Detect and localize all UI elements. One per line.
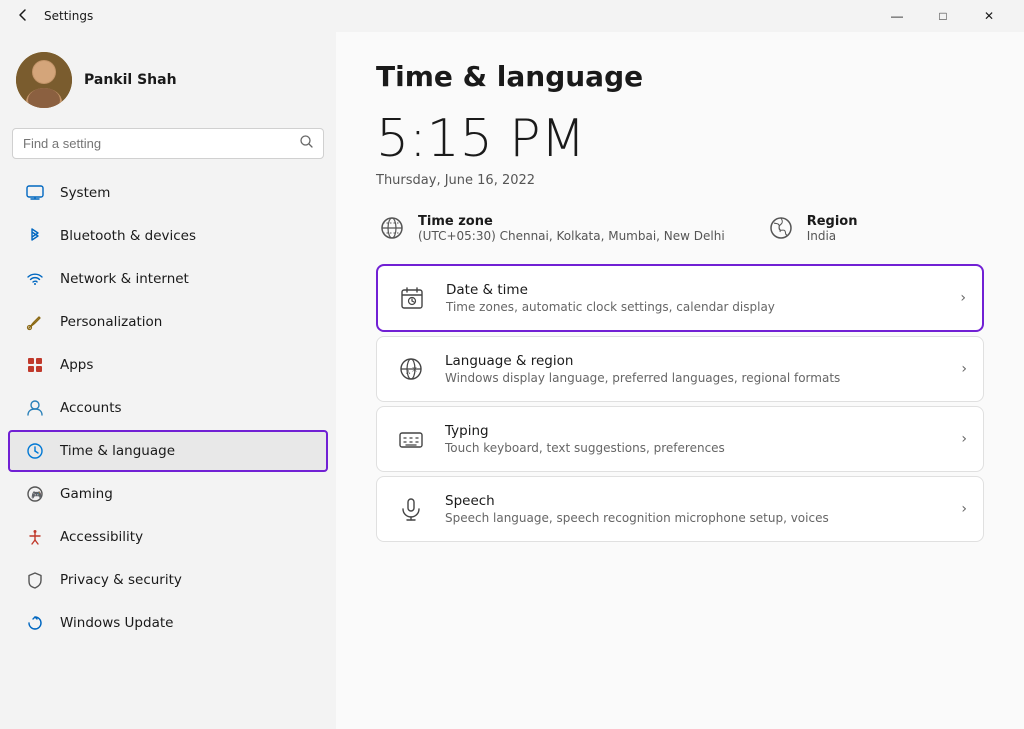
sidebar-item-system[interactable]: System <box>8 172 328 214</box>
sidebar-item-gaming[interactable]: 🎮 Gaming <box>8 473 328 515</box>
sidebar-item-privacy[interactable]: Privacy & security <box>8 559 328 601</box>
content-area: Time & language 5:15 PM Thursday, June 1… <box>336 32 1024 729</box>
current-time: 5:15 PM <box>376 109 984 169</box>
minimize-button[interactable]: — <box>874 0 920 32</box>
sidebar-item-apps[interactable]: Apps <box>8 344 328 386</box>
setting-datetime-desc: Time zones, automatic clock settings, ca… <box>446 300 944 314</box>
sidebar-item-label: Accounts <box>60 400 122 416</box>
wifi-icon <box>24 268 46 290</box>
sidebar-item-label: Apps <box>60 357 93 373</box>
sidebar-item-label: Bluetooth & devices <box>60 228 196 244</box>
timezone-icon <box>376 212 408 244</box>
page-title: Time & language <box>376 60 984 93</box>
current-date: Thursday, June 16, 2022 <box>376 173 984 188</box>
region-value: India <box>807 229 858 243</box>
sidebar-nav: System Bluetooth & devices <box>0 171 336 645</box>
chevron-right-icon: › <box>961 431 967 447</box>
sidebar-item-accounts[interactable]: Accounts <box>8 387 328 429</box>
setting-language-title: Language & region <box>445 353 945 369</box>
setting-item-speech[interactable]: Speech Speech language, speech recogniti… <box>376 476 984 542</box>
accessibility-icon <box>24 526 46 548</box>
sidebar-item-bluetooth[interactable]: Bluetooth & devices <box>8 215 328 257</box>
accounts-icon <box>24 397 46 419</box>
titlebar-left: Settings <box>12 4 93 29</box>
titlebar: Settings — □ ✕ <box>0 0 1024 32</box>
back-button[interactable] <box>12 4 34 29</box>
sidebar-item-label: Network & internet <box>60 271 189 287</box>
svg-text:🎮: 🎮 <box>31 491 42 501</box>
setting-typing-text: Typing Touch keyboard, text suggestions,… <box>445 423 945 455</box>
sidebar-item-label: System <box>60 185 110 201</box>
search-box[interactable] <box>12 128 324 159</box>
setting-speech-title: Speech <box>445 493 945 509</box>
main-container: Pankil Shah <box>0 32 1024 729</box>
setting-datetime-title: Date & time <box>446 282 944 298</box>
setting-speech-desc: Speech language, speech recognition micr… <box>445 511 945 525</box>
gaming-icon: 🎮 <box>24 483 46 505</box>
sidebar-item-label: Personalization <box>60 314 162 330</box>
speech-icon <box>393 491 429 527</box>
chevron-right-icon: › <box>961 501 967 517</box>
region-text: Region India <box>807 214 858 243</box>
setting-datetime-text: Date & time Time zones, automatic clock … <box>446 282 944 314</box>
svg-text:A: A <box>406 370 411 376</box>
sidebar-item-network[interactable]: Network & internet <box>8 258 328 300</box>
setting-item-typing[interactable]: Typing Touch keyboard, text suggestions,… <box>376 406 984 472</box>
sidebar-item-label: Windows Update <box>60 615 173 631</box>
typing-icon <box>393 421 429 457</box>
setting-language-desc: Windows display language, preferred lang… <box>445 371 945 385</box>
avatar <box>16 52 72 108</box>
setting-item-datetime[interactable]: Date & time Time zones, automatic clock … <box>376 264 984 332</box>
maximize-button[interactable]: □ <box>920 0 966 32</box>
timezone-text: Time zone (UTC+05:30) Chennai, Kolkata, … <box>418 214 725 243</box>
region-icon <box>765 212 797 244</box>
search-icon <box>300 135 313 152</box>
region-item: Region India <box>765 212 858 244</box>
sidebar-item-label: Time & language <box>60 443 175 459</box>
setting-typing-desc: Touch keyboard, text suggestions, prefer… <box>445 441 945 455</box>
timezone-item: Time zone (UTC+05:30) Chennai, Kolkata, … <box>376 212 725 244</box>
timezone-value: (UTC+05:30) Chennai, Kolkata, Mumbai, Ne… <box>418 229 725 243</box>
close-button[interactable]: ✕ <box>966 0 1012 32</box>
chevron-right-icon: › <box>961 361 967 377</box>
sidebar-item-time[interactable]: Time & language <box>8 430 328 472</box>
setting-language-text: Language & region Windows display langua… <box>445 353 945 385</box>
timezone-label: Time zone <box>418 214 725 229</box>
sidebar-item-label: Gaming <box>60 486 113 502</box>
privacy-icon <box>24 569 46 591</box>
window-controls: — □ ✕ <box>874 0 1012 32</box>
sidebar-item-update[interactable]: Windows Update <box>8 602 328 644</box>
settings-list: Date & time Time zones, automatic clock … <box>376 264 984 542</box>
time-icon <box>24 440 46 462</box>
setting-speech-text: Speech Speech language, speech recogniti… <box>445 493 945 525</box>
info-row: Time zone (UTC+05:30) Chennai, Kolkata, … <box>376 212 984 244</box>
svg-text:文: 文 <box>412 366 417 373</box>
brush-icon <box>24 311 46 333</box>
user-profile: Pankil Shah <box>0 40 336 128</box>
sidebar-item-label: Privacy & security <box>60 572 182 588</box>
user-name: Pankil Shah <box>84 72 177 88</box>
sidebar-item-label: Accessibility <box>60 529 143 545</box>
apps-icon <box>24 354 46 376</box>
chevron-right-icon: › <box>960 290 966 306</box>
sidebar: Pankil Shah <box>0 32 336 729</box>
sidebar-item-personalization[interactable]: Personalization <box>8 301 328 343</box>
search-input[interactable] <box>23 136 292 151</box>
app-title: Settings <box>44 9 93 23</box>
datetime-icon <box>394 280 430 316</box>
setting-typing-title: Typing <box>445 423 945 439</box>
setting-item-language[interactable]: A 文 Language & region Windows display la… <box>376 336 984 402</box>
update-icon <box>24 612 46 634</box>
system-icon <box>24 182 46 204</box>
region-label: Region <box>807 214 858 229</box>
bluetooth-icon <box>24 225 46 247</box>
language-icon: A 文 <box>393 351 429 387</box>
sidebar-item-accessibility[interactable]: Accessibility <box>8 516 328 558</box>
